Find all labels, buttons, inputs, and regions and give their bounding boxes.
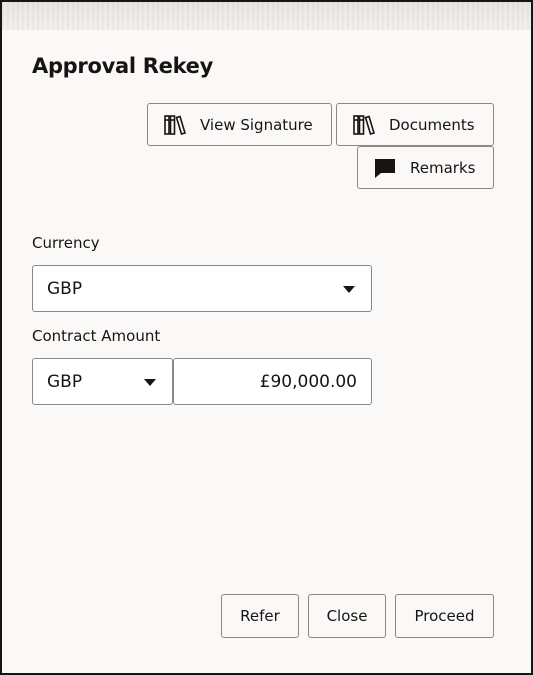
remarks-label: Remarks xyxy=(410,158,476,177)
contract-amount-currency-select[interactable]: GBP xyxy=(32,358,173,405)
currency-label: Currency xyxy=(32,234,100,252)
library-books-icon xyxy=(162,112,188,138)
currency-select-value: GBP xyxy=(47,278,83,299)
documents-label: Documents xyxy=(389,115,475,134)
contract-amount-input[interactable] xyxy=(173,358,372,405)
library-books-icon xyxy=(351,112,377,138)
dialog-header-band xyxy=(2,2,531,30)
currency-select[interactable]: GBP xyxy=(32,265,372,312)
refer-button[interactable]: Refer xyxy=(221,594,299,638)
caret-down-icon xyxy=(144,378,156,386)
contract-amount-currency-value: GBP xyxy=(47,371,83,392)
approval-rekey-dialog: Approval Rekey View Signature Documents xyxy=(0,0,533,675)
contract-amount-label: Contract Amount xyxy=(32,327,161,345)
close-button[interactable]: Close xyxy=(308,594,386,638)
speech-bubble-icon xyxy=(372,155,398,181)
caret-down-icon xyxy=(343,285,355,293)
documents-button[interactable]: Documents xyxy=(336,103,494,146)
proceed-button[interactable]: Proceed xyxy=(395,594,494,638)
dialog-title: Approval Rekey xyxy=(32,54,214,78)
view-signature-label: View Signature xyxy=(200,115,313,134)
remarks-button[interactable]: Remarks xyxy=(357,146,494,189)
view-signature-button[interactable]: View Signature xyxy=(147,103,332,146)
